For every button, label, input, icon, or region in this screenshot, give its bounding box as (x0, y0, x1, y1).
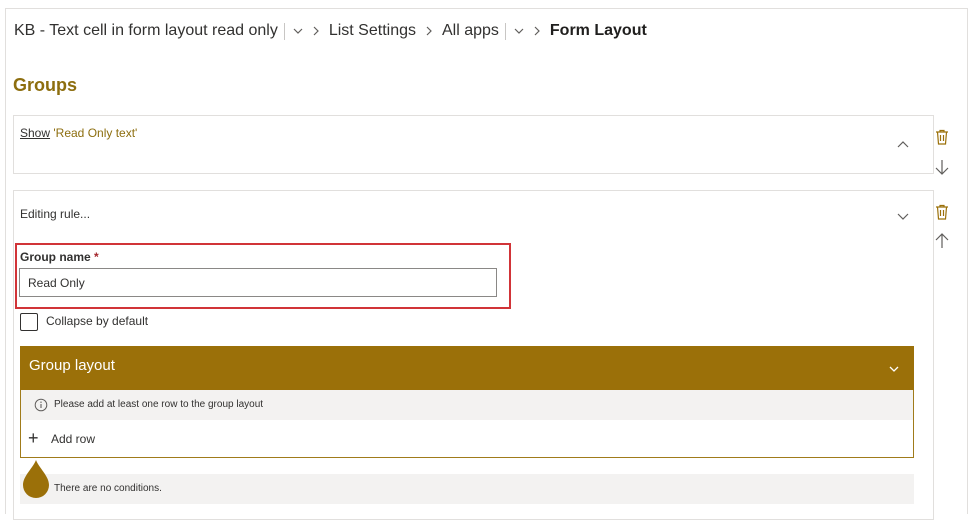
conditions-empty-text: There are no conditions. (54, 483, 162, 494)
chevron-right-icon (311, 24, 321, 39)
chevron-right-icon (424, 24, 434, 39)
rule-text: 'Read Only text' (53, 126, 138, 140)
info-icon (34, 398, 48, 412)
chevron-down-icon[interactable] (293, 24, 303, 39)
add-row-button[interactable]: Add row (51, 432, 95, 446)
required-indicator: * (94, 250, 99, 264)
chevron-down-icon[interactable] (514, 24, 524, 39)
breadcrumb-divider (283, 22, 285, 40)
group-card-show (13, 115, 934, 174)
breadcrumb-item-all-apps[interactable]: All apps (442, 22, 499, 40)
chevron-up-icon[interactable] (895, 137, 911, 153)
group-layout-info: Please add at least one row to the group… (54, 399, 264, 410)
group-layout-header[interactable] (20, 346, 914, 390)
breadcrumb-item-list-settings[interactable]: List Settings (329, 22, 416, 40)
editing-rule-summary[interactable]: Editing rule... (20, 207, 90, 221)
group-name-label: Group name * (20, 250, 99, 264)
drop-icon[interactable] (20, 459, 52, 499)
chevron-right-icon (532, 24, 542, 39)
groups-heading: Groups (13, 75, 78, 95)
breadcrumb: KB - Text cell in form layout read only … (14, 14, 647, 48)
chevron-down-icon[interactable] (895, 208, 911, 224)
group-layout-title: Group layout (29, 357, 115, 374)
arrow-up-icon[interactable] (933, 232, 951, 250)
breadcrumb-item-current: Form Layout (549, 22, 647, 39)
group-name-input[interactable] (19, 268, 497, 297)
show-rule-summary: Show 'Read Only text' (20, 126, 137, 140)
arrow-down-icon[interactable] (933, 158, 951, 176)
collapse-label: Collapse by default (46, 314, 149, 328)
trash-icon[interactable] (933, 203, 951, 221)
collapse-checkbox[interactable] (20, 313, 38, 331)
trash-icon[interactable] (933, 128, 951, 146)
breadcrumb-item-list[interactable]: KB - Text cell in form layout read only (14, 22, 278, 40)
show-link[interactable]: Show (20, 126, 50, 140)
plus-icon[interactable]: + (28, 429, 39, 447)
chevron-down-icon[interactable] (886, 361, 902, 377)
breadcrumb-divider (504, 22, 506, 40)
